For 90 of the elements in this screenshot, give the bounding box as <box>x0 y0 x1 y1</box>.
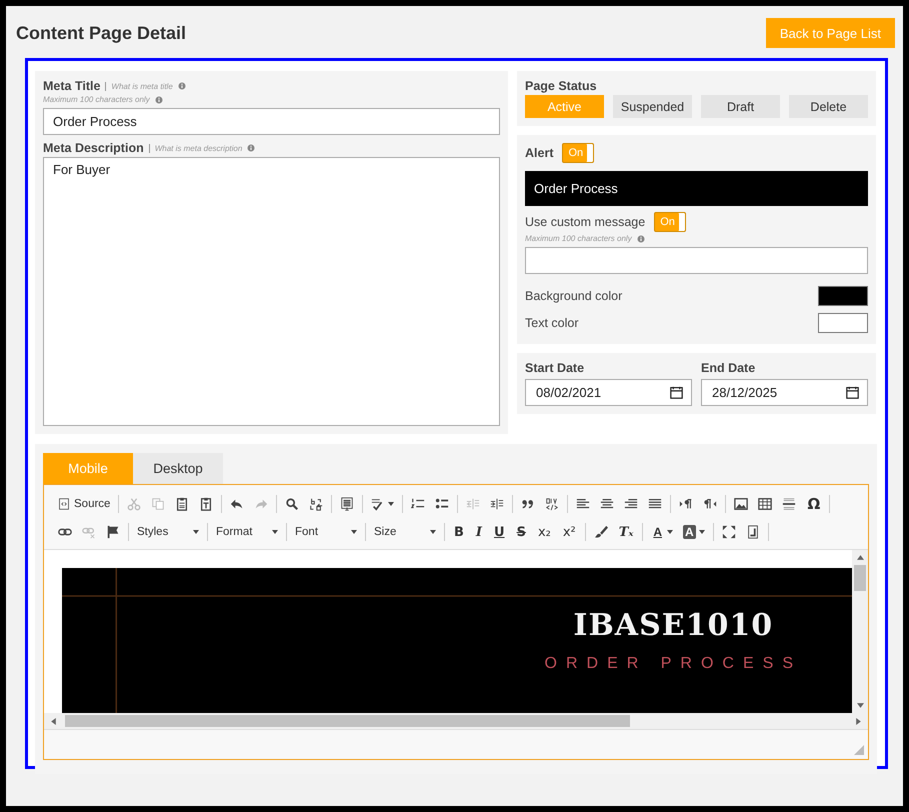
numbered-list-icon[interactable] <box>411 497 426 511</box>
align-left-icon[interactable] <box>576 497 590 511</box>
editor-tab[interactable]: Desktop <box>133 453 223 484</box>
bulleted-list-icon[interactable] <box>435 497 450 511</box>
color-swatch[interactable] <box>818 312 868 332</box>
date-field[interactable]: 28/12/2025 <box>701 379 868 406</box>
caret-icon <box>193 530 199 534</box>
scroll-thumb[interactable] <box>854 565 866 591</box>
align-right-icon[interactable] <box>624 497 638 511</box>
alert-label: Alert <box>525 146 554 160</box>
meta-description-label: Meta Description <box>43 141 144 155</box>
custom-message-field[interactable] <box>525 247 868 274</box>
superscript-button[interactable]: x² <box>556 522 582 542</box>
color-label: Background color <box>525 288 622 302</box>
search-icon[interactable] <box>285 497 300 511</box>
vertical-scrollbar[interactable] <box>852 550 868 713</box>
caret-icon[interactable] <box>388 502 394 506</box>
status-option[interactable]: Draft <box>701 95 780 118</box>
info-icon <box>154 96 163 104</box>
background-color-button[interactable]: A <box>683 525 696 539</box>
date-label: End Date <box>701 361 756 375</box>
caret-icon <box>430 530 436 534</box>
indent-icon[interactable] <box>490 497 504 511</box>
brush-icon[interactable] <box>594 525 608 539</box>
scroll-right-icon[interactable] <box>856 718 861 724</box>
meta-description-hint: What is meta description <box>148 144 242 152</box>
special-character-button[interactable]: Ω <box>801 494 826 514</box>
right-to-left-icon[interactable] <box>703 497 718 511</box>
banner-subtitle: ORDER PROCESS <box>544 655 802 673</box>
scroll-up-icon[interactable] <box>856 555 864 560</box>
text-color-button[interactable]: A <box>651 525 664 539</box>
bold-button[interactable]: B <box>448 522 470 542</box>
status-option[interactable]: Delete <box>789 95 868 118</box>
source-icon <box>58 498 70 510</box>
resize-handle-icon[interactable] <box>854 745 864 755</box>
justify-icon[interactable] <box>648 497 662 511</box>
custom-message-label: Use custom message <box>525 215 646 229</box>
date-field[interactable]: 08/02/2021 <box>525 379 692 406</box>
page-status-label: Page Status <box>525 79 598 93</box>
horizontal-line-icon[interactable] <box>782 497 796 511</box>
info-icon <box>178 82 186 90</box>
flag-icon[interactable] <box>106 525 120 539</box>
select-all-icon[interactable] <box>340 497 354 511</box>
left-to-right-icon[interactable] <box>679 497 694 511</box>
horizontal-scrollbar[interactable] <box>44 713 868 729</box>
calendar-icon[interactable] <box>846 386 859 399</box>
character-limit-note: Maximum 100 characters only <box>43 95 150 104</box>
scroll-left-icon[interactable] <box>51 718 56 724</box>
toolbar-dropdown[interactable]: Styles <box>132 522 204 542</box>
toolbar-dropdown[interactable]: Format <box>211 522 283 542</box>
color-swatch[interactable] <box>818 286 868 306</box>
meta-title-field[interactable]: Order Process <box>43 108 500 135</box>
paste-icon[interactable] <box>175 497 190 511</box>
replace-icon[interactable] <box>309 497 324 511</box>
status-option[interactable]: Suspended <box>613 95 692 118</box>
caret-icon[interactable] <box>698 530 705 534</box>
toolbar-dropdown[interactable]: Font <box>290 522 362 542</box>
alert-preview: Order Process <box>525 171 868 206</box>
meta-description-field[interactable]: For Buyer <box>43 157 500 426</box>
date-label: Start Date <box>525 361 586 375</box>
maximize-icon[interactable] <box>722 525 736 539</box>
meta-title-hint: What is meta title <box>105 82 173 90</box>
image-icon[interactable] <box>734 497 748 511</box>
undo-icon[interactable] <box>230 497 244 511</box>
align-center-icon[interactable] <box>600 497 614 511</box>
remove-format-button[interactable]: Tₓ <box>612 522 640 542</box>
italic-button[interactable]: I <box>470 522 488 542</box>
banner-title: IBASE1010 <box>572 608 774 643</box>
paste-text-icon[interactable] <box>199 497 214 511</box>
scroll-thumb[interactable] <box>65 715 630 727</box>
color-label: Text color <box>525 316 578 330</box>
scroll-down-icon[interactable] <box>856 703 864 708</box>
page-title: Content Page Detail <box>16 22 186 44</box>
source-button[interactable]: Source <box>53 494 116 514</box>
subscript-button[interactable]: x₂ <box>532 522 557 542</box>
info-icon <box>636 234 645 242</box>
strikethrough-button[interactable]: S <box>510 522 532 542</box>
meta-title-label: Meta Title <box>43 79 100 93</box>
div-icon[interactable] <box>545 497 560 511</box>
toolbar-dropdown[interactable]: Size <box>369 522 441 542</box>
quote-icon[interactable] <box>521 497 536 511</box>
calendar-icon[interactable] <box>670 386 683 399</box>
show-blocks-icon[interactable] <box>746 525 760 539</box>
caret-icon <box>351 530 357 534</box>
caret-icon <box>272 530 278 534</box>
underline-button[interactable]: U <box>488 522 511 542</box>
info-icon <box>247 144 256 152</box>
table-icon[interactable] <box>758 497 772 511</box>
caret-icon[interactable] <box>667 530 673 534</box>
character-limit-note: Maximum 100 characters only <box>525 234 632 243</box>
